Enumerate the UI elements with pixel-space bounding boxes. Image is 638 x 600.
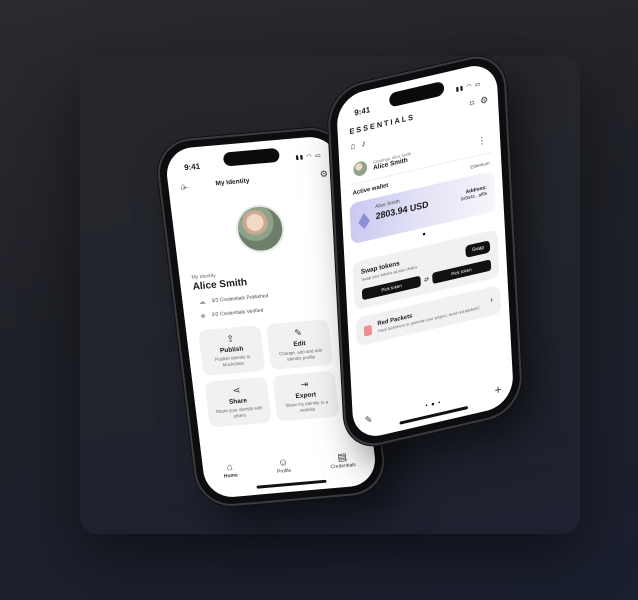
back-arrow-icon[interactable]: ← — [181, 181, 191, 192]
more-icon[interactable]: ⋮ — [477, 134, 486, 146]
wallet-phone: 9:41 ▮▮ ◠ ▭ ESSENTIALS ⌗ ⚙ ⌂ ♪ Greetings… — [328, 51, 522, 451]
edit-tile[interactable]: ✎ Edit Change, add and edit identity pro… — [265, 319, 334, 371]
tab-profile[interactable]: ☺ Profile — [275, 457, 292, 475]
page-dots: • ● • — [425, 399, 442, 410]
avatar — [353, 160, 368, 178]
shield-icon: ◈ — [200, 312, 207, 321]
export-tile[interactable]: ⇥ Export Show my identity to a website — [272, 370, 340, 422]
share-tile[interactable]: ⋖ Share Share your identity with others — [204, 376, 272, 428]
bell-icon[interactable]: ♪ — [361, 138, 366, 149]
pencil-icon[interactable]: ✎ — [365, 413, 373, 425]
signal-wifi-battery-icon: ▮▮ ◠ ▭ — [295, 152, 323, 161]
home-indicator — [256, 479, 327, 489]
plus-icon[interactable]: + — [494, 382, 502, 398]
tab-bar: ⌂ Home ☺ Profile ▤ Credentials — [202, 449, 376, 481]
home-icon[interactable]: ⌂ — [350, 140, 356, 151]
gear-icon[interactable]: ⚙ — [480, 94, 488, 106]
red-packet-icon — [363, 324, 373, 337]
page-title: My Identity — [215, 177, 250, 188]
publish-tile[interactable]: ⇪ Publish Publish identity to blockchain — [198, 324, 266, 377]
status-time: 9:41 — [183, 161, 201, 172]
status-time: 9:41 — [354, 104, 371, 118]
chevron-right-icon: › — [489, 294, 494, 305]
cloud-icon: ☁ — [198, 298, 207, 307]
swap-arrows-icon: ⇄ — [423, 276, 430, 284]
avatar — [233, 202, 288, 255]
network-selector[interactable]: Ethereum — [470, 160, 489, 169]
tab-credentials[interactable]: ▤ Credentials — [329, 451, 356, 470]
scan-icon[interactable]: ⌗ — [469, 97, 474, 108]
gear-icon[interactable]: ⚙ — [319, 169, 328, 180]
tab-home[interactable]: ⌂ Home — [222, 462, 239, 480]
wallet-screen: 9:41 ▮▮ ◠ ▭ ESSENTIALS ⌗ ⚙ ⌂ ♪ Greetings… — [335, 60, 515, 442]
swap-button[interactable]: Swap — [465, 239, 491, 258]
ethereum-icon — [358, 212, 371, 231]
